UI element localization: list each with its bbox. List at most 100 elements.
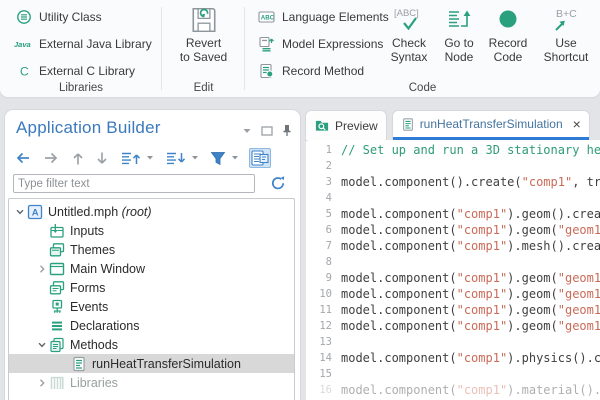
collapse-panel-icon[interactable] — [242, 127, 252, 135]
utility-class-icon — [14, 9, 33, 25]
code-line-7[interactable]: 7model.component("comp1").mesh().crea — [306, 238, 600, 254]
method-tab-icon — [401, 117, 415, 132]
code-line-1[interactable]: 1// Set up and run a 3D stationary he — [306, 142, 600, 158]
svg-text:C: C — [20, 64, 29, 78]
ribbon-group-label-code: Code — [245, 82, 600, 94]
pin-panel-icon[interactable] — [282, 124, 292, 137]
filter-input[interactable] — [13, 174, 255, 193]
tree-item-inputs[interactable]: Inputs — [9, 221, 294, 240]
ribbon-group-libraries: Utility Class Java External Java Library… — [0, 0, 162, 97]
tab-run-heat-transfer-simulation[interactable]: runHeatTransferSimulation × — [393, 111, 589, 140]
tree-toolbar — [13, 146, 296, 170]
forms-icon — [49, 280, 65, 296]
code-line-9[interactable]: 9model.component("comp1").geom("geom1 — [306, 270, 600, 286]
close-tab-icon[interactable]: × — [573, 117, 581, 131]
filter-caret-icon[interactable] — [231, 155, 239, 161]
code-line-2[interactable]: 2 — [306, 158, 600, 174]
external-java-library-button[interactable]: Java External Java Library — [10, 30, 158, 57]
line-number: 12 — [306, 320, 341, 332]
refresh-icon[interactable] — [270, 175, 286, 191]
tree-item-main-window[interactable]: Main Window — [9, 259, 294, 278]
float-panel-icon[interactable] — [261, 126, 273, 136]
line-number: 9 — [306, 272, 341, 284]
code-editor[interactable]: 1// Set up and run a 3D stationary he23m… — [306, 140, 600, 400]
revert-to-saved-button[interactable]: Revertto Saved — [169, 4, 239, 64]
tree-item-forms[interactable]: Forms — [9, 278, 294, 297]
code-line-13[interactable]: 13 — [306, 334, 600, 350]
themes-icon — [49, 242, 65, 258]
utility-class-button[interactable]: Utility Class — [10, 3, 158, 30]
tree-item-label: Inputs — [70, 224, 104, 238]
chevron-down-icon[interactable] — [13, 207, 27, 217]
record-code-label: RecordCode — [489, 36, 528, 64]
code-line-8[interactable]: 8 — [306, 254, 600, 270]
tree-item-label: Declarations — [70, 319, 139, 333]
tree-item-runheattransfersimulation[interactable]: runHeatTransferSimulation — [9, 354, 294, 373]
code-line-12[interactable]: 12model.component("comp1").geom("geom1 — [306, 318, 600, 334]
chevron-right-icon[interactable] — [35, 378, 49, 388]
tree-item-label: Libraries — [70, 376, 118, 390]
tree-item-libraries[interactable]: Libraries — [9, 373, 294, 392]
ribbon-group-edit: Revertto Saved Edit — [162, 0, 245, 97]
go-to-node-button[interactable]: Go toNode — [436, 4, 482, 64]
svg-text:ABC: ABC — [261, 14, 275, 21]
code-line-15[interactable]: 15 — [306, 366, 600, 382]
check-syntax-button[interactable]: [ABC] CheckSyntax — [383, 4, 435, 64]
sort-ascending-icon[interactable] — [119, 150, 142, 167]
tree-item-methods[interactable]: Methods — [9, 335, 294, 354]
code-line-14[interactable]: 14model.component("comp1").physics().cr — [306, 350, 600, 366]
ribbon-group-label-edit: Edit — [162, 82, 245, 94]
line-number: 16 — [306, 384, 341, 396]
line-number: 15 — [306, 368, 341, 380]
sort-descending-icon[interactable] — [164, 150, 187, 167]
revert-to-saved-label: Revertto Saved — [180, 36, 227, 64]
record-code-icon — [495, 4, 521, 36]
svg-text:A: A — [32, 207, 39, 218]
back-icon[interactable] — [13, 150, 32, 166]
go-to-node-icon — [446, 4, 472, 36]
code-line-5[interactable]: 5model.component("comp1").geom().crea — [306, 206, 600, 222]
move-up-icon[interactable] — [71, 150, 85, 167]
code-line-11[interactable]: 11model.component("comp1").geom("geom1 — [306, 302, 600, 318]
tree-item-themes[interactable]: Themes — [9, 240, 294, 259]
line-number: 3 — [306, 176, 341, 188]
code-text: model.component("comp1").geom("geom1 — [341, 303, 600, 317]
sort-descending-caret-icon[interactable] — [191, 155, 199, 161]
check-syntax-icon: [ABC] — [391, 4, 427, 36]
chevron-down-icon[interactable] — [35, 340, 49, 350]
forward-icon[interactable] — [42, 150, 61, 166]
line-number: 5 — [306, 208, 341, 220]
code-line-16[interactable]: 16model.component("comp1").material(). — [306, 382, 600, 398]
events-icon — [49, 299, 65, 315]
language-elements-icon: ABC — [257, 9, 276, 25]
record-code-button[interactable]: RecordCode — [483, 4, 533, 64]
sort-ascending-caret-icon[interactable] — [146, 155, 154, 161]
line-number: 14 — [306, 352, 341, 364]
code-line-10[interactable]: 10model.component("comp1").geom("geom1 — [306, 286, 600, 302]
code-text: // Set up and run a 3D stationary he — [341, 143, 600, 157]
move-down-icon[interactable] — [95, 150, 109, 167]
svg-text:Java: Java — [14, 40, 31, 49]
filter-icon[interactable] — [209, 150, 227, 167]
code-text: model.component("comp1").geom("geom1 — [341, 271, 600, 285]
chevron-right-icon[interactable] — [35, 264, 49, 274]
external-c-library-button[interactable]: C External C Library — [10, 57, 158, 84]
tree-item-declarations[interactable]: Declarations — [9, 316, 294, 335]
tree-item-untitled-mph[interactable]: AUntitled.mph (root) — [9, 202, 294, 221]
code-line-4[interactable]: 4 — [306, 190, 600, 206]
code-text: model.component("comp1").geom().crea — [341, 207, 600, 221]
external-java-library-label: External Java Library — [39, 37, 152, 51]
use-shortcut-button[interactable]: B+C UseShortcut — [534, 4, 598, 64]
code-text: model.component().create("comp1", tr — [341, 175, 600, 189]
code-text: model.component("comp1").physics().cr — [341, 351, 600, 365]
code-line-6[interactable]: 6model.component("comp1").geom("geom1 — [306, 222, 600, 238]
utility-class-label: Utility Class — [39, 10, 102, 24]
code-line-3[interactable]: 3model.component().create("comp1", tr — [306, 174, 600, 190]
line-number: 1 — [306, 144, 341, 156]
tree-item-events[interactable]: Events — [9, 297, 294, 316]
declarations-icon — [49, 318, 65, 334]
model-tree-toggle-icon[interactable] — [249, 148, 271, 168]
model-expressions-label: Model Expressions — [282, 37, 383, 51]
tab-preview[interactable]: Preview — [306, 111, 386, 140]
line-number: 10 — [306, 288, 341, 300]
